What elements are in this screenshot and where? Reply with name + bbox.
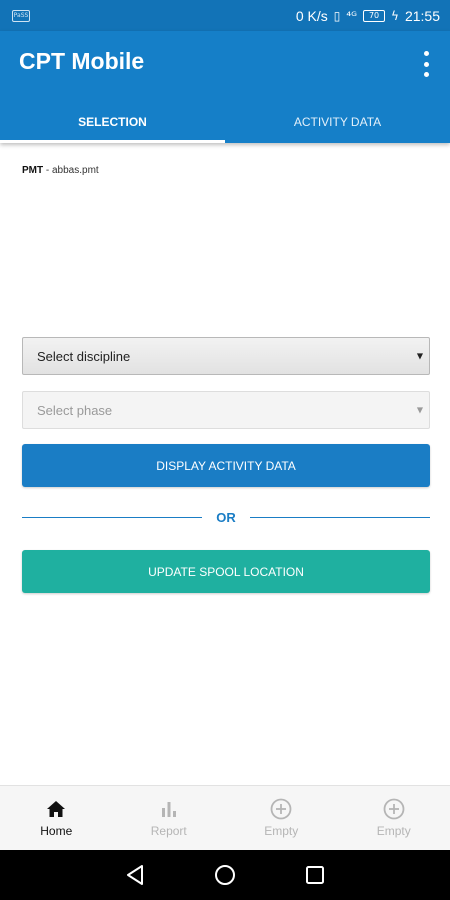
status-right: 0 K/s ▯ ⁴ᴳ 70 ϟ 21:55 <box>296 8 440 24</box>
tab-bar: SELECTION ACTIVITY DATA <box>0 101 450 143</box>
dropdown-caret-icon: ▼ <box>416 351 423 361</box>
recents-square-icon[interactable] <box>303 863 327 887</box>
nav-label: Report <box>150 824 187 838</box>
pmt-info: PMT - abbas.pmt <box>22 165 99 176</box>
divider-line <box>22 516 203 518</box>
status-bar: PaSS 0 K/s ▯ ⁴ᴳ 70 ϟ 21:55 <box>0 0 450 31</box>
app-bar: CPT Mobile SELECTION ACTIVITY DATA <box>0 31 450 143</box>
back-icon[interactable] <box>123 863 147 887</box>
nav-item-empty-2[interactable]: Empty <box>338 786 450 850</box>
discipline-select-value: Select discipline <box>37 348 131 364</box>
nav-label: Empty <box>376 824 411 838</box>
nav-label: Home <box>40 824 73 838</box>
signal-icon: ⁴ᴳ <box>346 8 358 23</box>
menu-dot <box>423 51 429 56</box>
nav-label: Empty <box>264 824 299 838</box>
tab-selection[interactable]: SELECTION <box>0 101 225 143</box>
tab-activity-data[interactable]: ACTIVITY DATA <box>225 101 450 143</box>
phase-select-value: Select phase <box>37 402 113 418</box>
battery-icon: 70 <box>363 9 386 22</box>
discipline-select[interactable]: Select discipline ▼ <box>22 337 430 375</box>
add-circle-icon <box>383 798 405 820</box>
dropdown-caret-icon: ▼ <box>416 405 423 415</box>
phase-select[interactable]: Select phase ▼ <box>22 391 430 429</box>
divider-line <box>249 516 430 518</box>
home-circle-icon[interactable] <box>213 863 237 887</box>
display-activity-data-button[interactable]: DISPLAY ACTIVITY DATA <box>22 444 430 487</box>
status-time: 21:55 <box>404 7 440 24</box>
nav-item-empty-1[interactable]: Empty <box>225 786 338 850</box>
status-left: PaSS <box>12 9 30 22</box>
pmt-label: PMT <box>22 165 44 176</box>
notification-app-icon: PaSS <box>12 9 30 22</box>
bottom-nav: Home Report Empty Empty <box>0 785 450 850</box>
charging-icon: ϟ <box>391 8 399 23</box>
menu-dot <box>423 61 429 67</box>
app-title: CPT Mobile <box>19 48 145 74</box>
menu-dot <box>423 72 429 77</box>
system-nav-bar <box>0 850 450 900</box>
nav-item-home[interactable]: Home <box>0 786 113 850</box>
add-circle-icon <box>270 798 292 820</box>
update-spool-location-button[interactable]: UPDATE SPOOL LOCATION <box>22 550 430 593</box>
vibrate-icon: ▯ <box>333 8 341 23</box>
nav-item-report[interactable]: Report <box>113 786 226 850</box>
bar-chart-icon <box>160 798 178 820</box>
network-speed: 0 K/s <box>295 7 328 24</box>
or-divider: OR <box>22 507 430 527</box>
home-icon <box>46 798 66 820</box>
more-vert-icon[interactable] <box>420 51 432 77</box>
or-label: OR <box>216 509 236 525</box>
pmt-value: - abbas.pmt <box>43 165 99 176</box>
